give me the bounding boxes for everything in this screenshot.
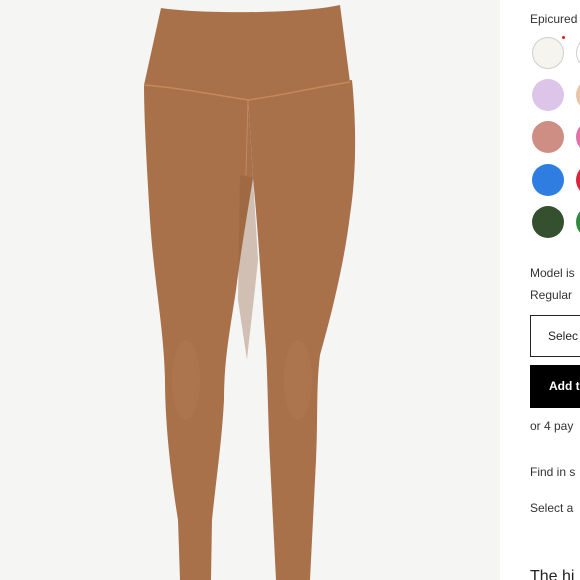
find-in-store-link[interactable]: Find in s — [530, 465, 575, 479]
swatch-peach-partial[interactable] — [576, 79, 580, 111]
model-info-line2: Regular — [530, 288, 573, 302]
size-select[interactable]: Selec — [530, 315, 580, 357]
add-button-label: Add t — [549, 379, 580, 393]
product-details-panel: Epicured Model is Regular Selec Add t or… — [500, 0, 580, 580]
description-heading: The hi — [530, 568, 575, 580]
select-a-link[interactable]: Select a — [530, 501, 573, 515]
swatch-ivory[interactable] — [532, 37, 564, 69]
leggings-product-image — [143, 5, 356, 580]
swatch-rose[interactable] — [532, 121, 564, 153]
swatch-pink-partial[interactable] — [576, 121, 580, 153]
swatch-blue[interactable] — [532, 164, 564, 196]
swatch-lilac[interactable] — [532, 79, 564, 111]
swatch-red-partial[interactable] — [576, 164, 580, 196]
color-name-label: Epicured — [530, 12, 578, 26]
product-image-gallery — [0, 0, 500, 580]
size-select-label: Selec — [548, 329, 579, 343]
installment-payments-text[interactable]: or 4 pay — [530, 419, 573, 433]
swatch-forest-green[interactable] — [532, 206, 564, 238]
swatch-partial-1[interactable] — [576, 37, 580, 69]
add-to-bag-button[interactable]: Add t — [530, 365, 580, 408]
selected-indicator-dot — [562, 36, 565, 39]
swatch-green-partial[interactable] — [576, 206, 580, 238]
model-info-line1: Model is — [530, 266, 575, 280]
